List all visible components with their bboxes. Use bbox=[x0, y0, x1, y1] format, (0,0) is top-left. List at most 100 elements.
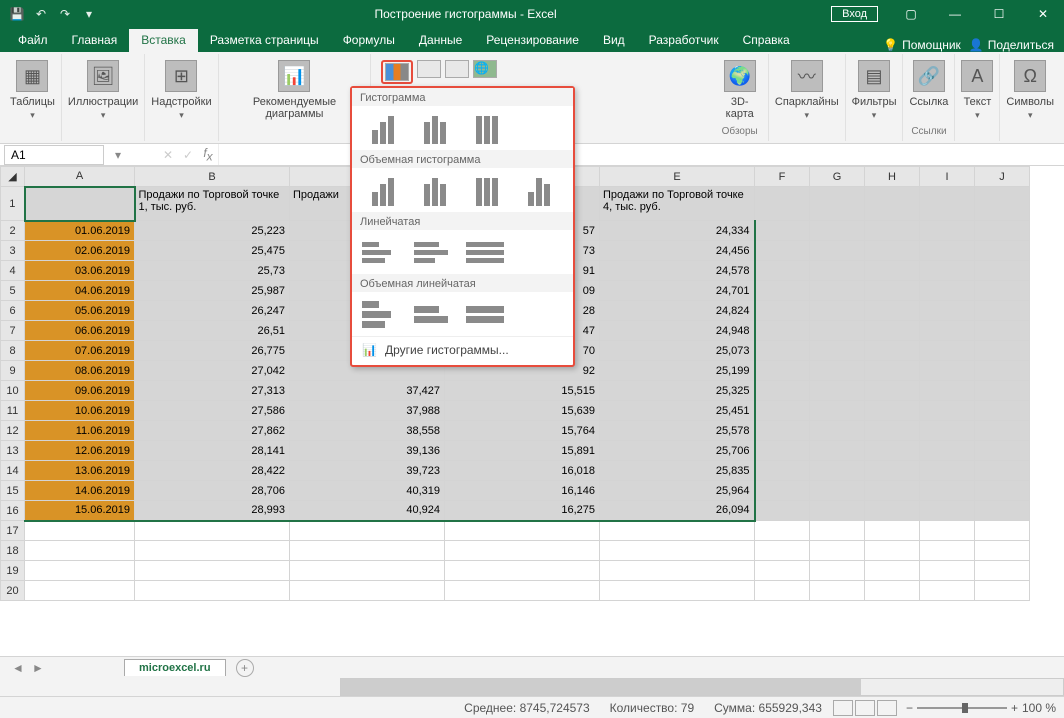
table-row[interactable]: 16 15.06.2019 28,993 40,924 16,275 26,09… bbox=[1, 501, 1030, 521]
dropdown-section-label: Линейчатая bbox=[352, 212, 573, 230]
zoom-in-icon[interactable]: + bbox=[1011, 701, 1018, 715]
col-header[interactable]: G bbox=[810, 167, 865, 187]
col-header[interactable]: A bbox=[25, 167, 135, 187]
page-layout-view-icon[interactable] bbox=[855, 700, 875, 716]
table-row[interactable]: 12 11.06.2019 27,862 38,558 15,764 25,57… bbox=[1, 421, 1030, 441]
enter-formula-icon[interactable]: ✓ bbox=[178, 148, 198, 162]
group-tours[interactable]: 🌍3D-карта Обзоры bbox=[712, 54, 769, 141]
table-row[interactable]: 15 14.06.2019 28,706 40,319 16,146 25,96… bbox=[1, 481, 1030, 501]
group-symbols[interactable]: ΩСимволы▾ bbox=[1000, 54, 1060, 141]
table-row[interactable]: 13 12.06.2019 28,141 39,136 15,891 25,70… bbox=[1, 441, 1030, 461]
table-row[interactable]: 18 bbox=[1, 541, 1030, 561]
zoom-control[interactable]: − + 100 % bbox=[906, 701, 1056, 715]
3d-stacked100-column-icon[interactable] bbox=[466, 174, 508, 206]
tab-scroll-right-icon[interactable]: ► bbox=[30, 661, 46, 675]
3d-stacked-bar-icon[interactable] bbox=[414, 298, 456, 330]
col-header[interactable]: E bbox=[600, 167, 755, 187]
clustered-bar-icon[interactable] bbox=[362, 236, 404, 268]
maximize-icon[interactable]: ☐ bbox=[978, 0, 1020, 28]
zoom-level[interactable]: 100 % bbox=[1022, 701, 1056, 715]
horizontal-scrollbar[interactable] bbox=[0, 678, 1064, 696]
tab-formulas[interactable]: Формулы bbox=[331, 29, 407, 52]
group-text[interactable]: AТекст▾ bbox=[955, 54, 1000, 141]
namebox-dropdown-icon[interactable]: ▾ bbox=[108, 148, 128, 162]
table-row[interactable]: 20 bbox=[1, 581, 1030, 601]
ribbon-options-icon[interactable]: ▢ bbox=[890, 0, 932, 28]
tab-help[interactable]: Справка bbox=[731, 29, 802, 52]
table-row[interactable]: 19 bbox=[1, 561, 1030, 581]
share-icon: 👤 bbox=[969, 38, 984, 52]
addin-icon: ⊞ bbox=[165, 60, 197, 92]
tab-pagelayout[interactable]: Разметка страницы bbox=[198, 29, 331, 52]
col-header[interactable]: I bbox=[920, 167, 975, 187]
tab-data[interactable]: Данные bbox=[407, 29, 474, 52]
group-tables[interactable]: ▦Таблицы▾ bbox=[4, 54, 62, 141]
share-button[interactable]: 👤Поделиться bbox=[969, 38, 1054, 52]
stacked-column-icon[interactable] bbox=[414, 112, 456, 144]
group-sparklines[interactable]: 〰Спарклайны▾ bbox=[769, 54, 846, 141]
stacked100-bar-icon[interactable] bbox=[466, 236, 508, 268]
3d-stacked-column-icon[interactable] bbox=[414, 174, 456, 206]
active-cell[interactable] bbox=[25, 187, 135, 221]
group-addins[interactable]: ⊞Надстройки▾ bbox=[145, 54, 218, 141]
group-illustrations[interactable]: 🖼Иллюстрации▾ bbox=[62, 54, 145, 141]
name-box[interactable] bbox=[4, 145, 104, 165]
column-chart-button[interactable] bbox=[381, 60, 413, 84]
more-charts-button[interactable]: 📊 Другие гистограммы... bbox=[352, 336, 573, 363]
col-header[interactable]: F bbox=[755, 167, 810, 187]
status-average: Среднее: 8745,724573 bbox=[464, 701, 589, 715]
tell-me-button[interactable]: 💡Помощник bbox=[883, 38, 961, 52]
col-header[interactable]: J bbox=[975, 167, 1030, 187]
normal-view-icon[interactable] bbox=[833, 700, 853, 716]
formula-input[interactable] bbox=[218, 144, 1064, 165]
tab-scroll-left-icon[interactable]: ◄ bbox=[10, 661, 26, 675]
col-header[interactable]: B bbox=[135, 167, 290, 187]
pictures-icon: 🖼 bbox=[87, 60, 119, 92]
sheet-tab[interactable]: microexcel.ru bbox=[124, 659, 226, 676]
3d-stacked100-bar-icon[interactable] bbox=[466, 298, 508, 330]
3d-clustered-bar-icon[interactable] bbox=[362, 298, 404, 330]
cancel-formula-icon[interactable]: ✕ bbox=[158, 148, 178, 162]
clustered-column-icon[interactable] bbox=[362, 112, 404, 144]
table-row[interactable]: 10 09.06.2019 27,313 37,427 15,515 25,32… bbox=[1, 381, 1030, 401]
col-header[interactable]: H bbox=[865, 167, 920, 187]
undo-icon[interactable]: ↶ bbox=[30, 3, 52, 25]
zoom-out-icon[interactable]: − bbox=[906, 701, 913, 715]
tab-developer[interactable]: Разработчик bbox=[637, 29, 731, 52]
fx-icon[interactable]: fx bbox=[198, 146, 218, 163]
group-links[interactable]: 🔗Ссылка Ссылки bbox=[903, 54, 955, 141]
stacked-bar-icon[interactable] bbox=[414, 236, 456, 268]
select-all-corner[interactable]: ◢ bbox=[1, 167, 25, 187]
qat-customize-icon[interactable]: ▾ bbox=[78, 3, 100, 25]
tab-insert[interactable]: Вставка bbox=[129, 29, 198, 52]
line-chart-button[interactable] bbox=[417, 60, 441, 78]
close-icon[interactable]: ✕ bbox=[1022, 0, 1064, 28]
group-recommended-charts[interactable]: 📊Рекомендуемые диаграммы bbox=[219, 54, 372, 141]
group-filters[interactable]: ▤Фильтры▾ bbox=[846, 54, 904, 141]
stacked100-column-icon[interactable] bbox=[466, 112, 508, 144]
3d-clustered-column-icon[interactable] bbox=[362, 174, 404, 206]
login-button[interactable]: Вход bbox=[831, 6, 878, 22]
new-sheet-button[interactable]: + bbox=[236, 659, 254, 677]
tab-review[interactable]: Рецензирование bbox=[474, 29, 591, 52]
minimize-icon[interactable]: ― bbox=[934, 0, 976, 28]
3d-column-icon[interactable] bbox=[518, 174, 560, 206]
chart-q-icon: 📊 bbox=[278, 60, 310, 92]
map-chart-button[interactable]: 🌐 bbox=[473, 60, 497, 78]
table-row[interactable]: 17 bbox=[1, 521, 1030, 541]
redo-icon[interactable]: ↷ bbox=[54, 3, 76, 25]
tab-file[interactable]: Файл bbox=[6, 29, 60, 52]
tab-view[interactable]: Вид bbox=[591, 29, 637, 52]
scrollbar-thumb[interactable] bbox=[341, 679, 861, 695]
status-bar: Среднее: 8745,724573 Количество: 79 Сумм… bbox=[0, 696, 1064, 718]
bulb-icon: 💡 bbox=[883, 38, 898, 52]
pie-chart-button[interactable] bbox=[445, 60, 469, 78]
symbol-icon: Ω bbox=[1014, 60, 1046, 92]
zoom-slider[interactable] bbox=[917, 707, 1007, 709]
table-row[interactable]: 14 13.06.2019 28,422 39,723 16,018 25,83… bbox=[1, 461, 1030, 481]
page-break-view-icon[interactable] bbox=[877, 700, 897, 716]
status-count: Количество: 79 bbox=[610, 701, 694, 715]
tab-home[interactable]: Главная bbox=[60, 29, 130, 52]
table-row[interactable]: 11 10.06.2019 27,586 37,988 15,639 25,45… bbox=[1, 401, 1030, 421]
save-icon[interactable]: 💾 bbox=[6, 3, 28, 25]
